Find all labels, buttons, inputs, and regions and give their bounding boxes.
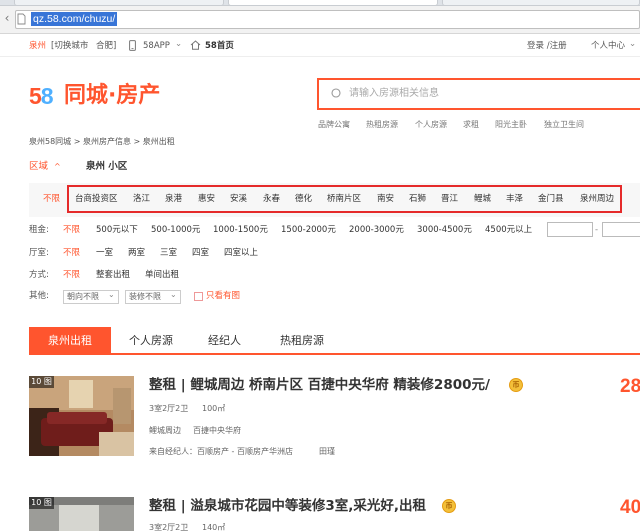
mode-unlimited[interactable]: 不限 <box>63 269 80 281</box>
rent-option[interactable]: 1000-1500元 <box>213 224 268 236</box>
listing-area: 140㎡ <box>202 523 226 531</box>
user-center-chevron-down-icon: ⌄ <box>629 39 637 49</box>
home-link[interactable]: 58首页 <box>205 40 234 52</box>
search-icon <box>331 88 341 98</box>
district-item[interactable]: 金门县 <box>538 193 564 205</box>
switch-city-link[interactable]: [切换城市 <box>51 40 88 52</box>
listing-community[interactable]: 百捷中央华府 <box>193 425 241 436</box>
rooms-option[interactable]: 四室 <box>192 247 209 259</box>
district-item[interactable]: 德化 <box>295 193 312 205</box>
hot-link-personal[interactable]: 个人房源 <box>415 119 447 131</box>
logo-digit-8: 8 <box>40 83 54 109</box>
listing-price: 28 <box>620 376 640 397</box>
page-icon <box>17 13 26 25</box>
mode-filter-label: 方式: <box>29 270 49 280</box>
rent-option[interactable]: 3000-4500元 <box>417 224 472 236</box>
rent-option[interactable]: 500元以下 <box>96 224 138 236</box>
rooms-option[interactable]: 两室 <box>128 247 145 259</box>
listing-rooms: 3室2厅2卫 <box>149 404 189 413</box>
coin-icon: 币 <box>509 378 523 392</box>
district-item[interactable]: 惠安 <box>198 193 215 205</box>
tab-agents[interactable]: 经纪人 <box>208 333 241 348</box>
mode-option[interactable]: 单间出租 <box>145 269 179 281</box>
rooms-option[interactable]: 三室 <box>160 247 177 259</box>
orientation-select-value: 朝向不限 <box>67 292 99 301</box>
tab-quanzhou-rent[interactable]: 泉州出租 <box>29 327 111 354</box>
rent-range-dash: - <box>595 225 599 235</box>
app-chevron-down-icon: ⌄ <box>175 39 183 49</box>
district-item[interactable]: 石狮 <box>409 193 426 205</box>
user-center-link[interactable]: 个人中心 <box>591 40 625 52</box>
hot-link-hot-rent[interactable]: 热租房源 <box>366 119 398 131</box>
hot-link-private-bath[interactable]: 独立卫生间 <box>544 119 584 131</box>
district-item[interactable]: 安溪 <box>230 193 247 205</box>
logo-58[interactable]: 58 <box>29 82 54 110</box>
photo-count-badge: 10 图 <box>29 376 54 388</box>
listing-location[interactable]: 鲤城周边 <box>149 425 181 436</box>
app-download-link[interactable]: 58APP <box>143 40 170 52</box>
phone-icon <box>129 40 136 51</box>
district-item[interactable]: 晋江 <box>441 193 458 205</box>
rent-option[interactable]: 500-1000元 <box>151 224 200 236</box>
only-image-label[interactable]: 只看有图 <box>206 290 240 302</box>
listing-price: 40 <box>620 497 640 518</box>
other-filter-label: 其他: <box>29 291 49 301</box>
rent-unlimited[interactable]: 不限 <box>63 224 80 236</box>
logo-digit-5: 5 <box>29 83 42 109</box>
rent-option[interactable]: 4500元以上 <box>485 224 532 236</box>
district-item[interactable]: 洛江 <box>133 193 150 205</box>
listing-title[interactable]: 整租 | 鲤城周边 桥南片区 百捷中央华府 精装修2800元/ <box>149 376 490 394</box>
logo-text: 同城·房产 <box>64 83 161 108</box>
breadcrumb[interactable]: 泉州58同城 > 泉州房产信息 > 泉州出租 <box>29 136 175 148</box>
coin-icon: 币 <box>442 499 456 513</box>
district-item[interactable]: 桥南片区 <box>327 193 361 205</box>
rooms-option[interactable]: 四室以上 <box>224 247 258 259</box>
tab-hot-rentals[interactable]: 热租房源 <box>280 333 324 348</box>
rooms-filter-label: 厅室: <box>29 248 49 258</box>
listing-title[interactable]: 整租 | 溢泉城市花园中等装修3室,采光好,出租 <box>149 497 426 515</box>
district-item[interactable]: 南安 <box>377 193 394 205</box>
search-placeholder: 请输入房源相关信息 <box>349 88 439 99</box>
listing-agent-name: 田瑾 <box>319 447 335 456</box>
rent-filter-label: 租金: <box>29 225 49 235</box>
mode-option[interactable]: 整套出租 <box>96 269 130 281</box>
chevron-up-icon: ^ <box>54 162 61 171</box>
city-community-tab[interactable]: 泉州 小区 <box>86 160 127 174</box>
region-filter-label[interactable]: 区域 <box>29 160 48 174</box>
district-item[interactable]: 台商投资区 <box>75 193 118 205</box>
hot-link-brand-apartment[interactable]: 品牌公寓 <box>318 119 350 131</box>
rent-max-input[interactable] <box>602 222 640 237</box>
listing-area: 100㎡ <box>202 404 226 413</box>
current-city: 泉州 <box>29 41 47 51</box>
listing-agent[interactable]: 来自经纪人：百顺房产 - 百顺房产华洲店 <box>149 446 293 457</box>
district-item[interactable]: 泉港 <box>165 193 182 205</box>
rent-min-input[interactable] <box>547 222 593 237</box>
tab-underline <box>29 353 640 355</box>
back-chevron-icon[interactable]: ‹ <box>0 10 14 26</box>
hot-link-sunny-master[interactable]: 阳光主卧 <box>495 119 527 131</box>
rooms-option[interactable]: 一室 <box>96 247 113 259</box>
rent-option[interactable]: 1500-2000元 <box>281 224 336 236</box>
url-text[interactable]: qz.58.com/chuzu/ <box>31 12 118 26</box>
tab-personal-listings[interactable]: 个人房源 <box>129 333 173 348</box>
district-unlimited[interactable]: 不限 <box>43 193 60 205</box>
district-item[interactable]: 永春 <box>263 193 280 205</box>
rooms-unlimited[interactable]: 不限 <box>63 247 80 259</box>
district-item[interactable]: 泉州周边 <box>580 193 614 205</box>
district-item[interactable]: 丰泽 <box>506 193 523 205</box>
decoration-select-value: 装修不限 <box>129 292 161 301</box>
district-item[interactable]: 鲤城 <box>474 193 491 205</box>
only-image-checkbox[interactable] <box>194 292 203 301</box>
photo-count-badge: 10 图 <box>29 497 54 509</box>
login-register-link[interactable]: 登录 /注册 <box>527 40 567 52</box>
union-city-link[interactable]: 合肥] <box>96 40 116 52</box>
hot-link-wanted[interactable]: 求租 <box>463 119 479 131</box>
listing-photo-image <box>29 376 134 456</box>
chevron-down-icon: ⌄ <box>108 290 115 299</box>
rent-option[interactable]: 2000-3000元 <box>349 224 404 236</box>
home-icon <box>190 40 201 50</box>
listing-rooms: 3室2厅2卫 <box>149 523 189 531</box>
listing-photo[interactable] <box>29 376 134 456</box>
chevron-down-icon: ⌄ <box>170 290 177 299</box>
